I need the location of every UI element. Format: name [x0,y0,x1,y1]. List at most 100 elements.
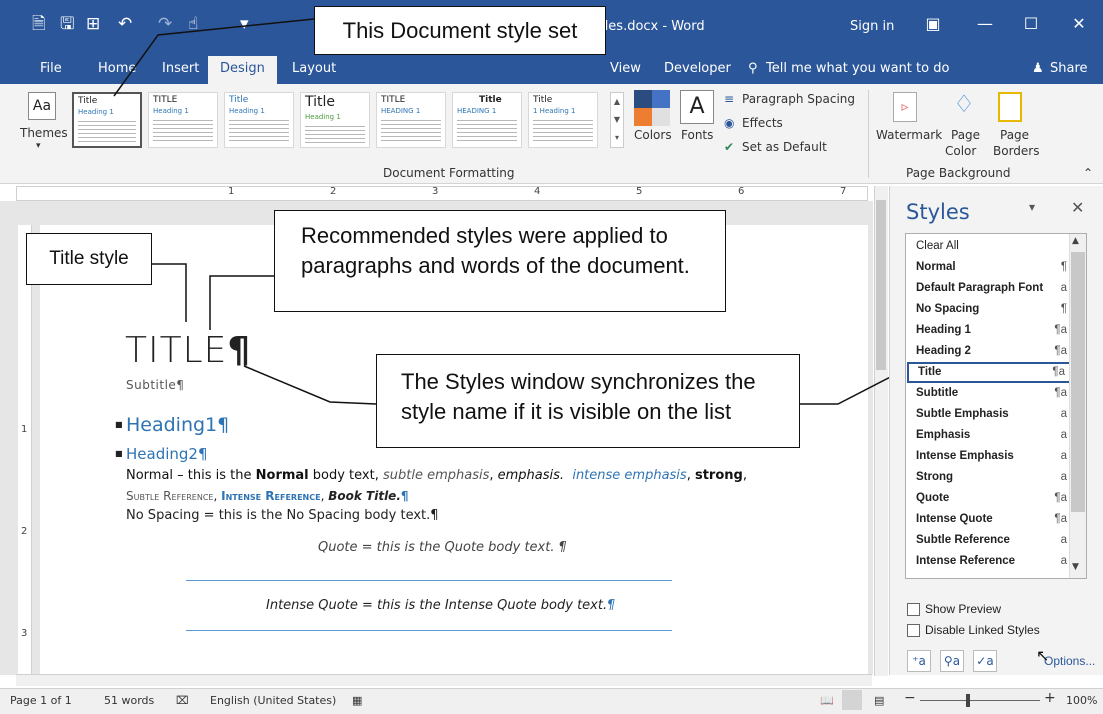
paragraph-spacing-button[interactable]: Paragraph Spacing [742,92,855,106]
style-set-item[interactable]: Title 1 Heading 1 [528,92,598,148]
style-item-subtitle[interactable]: Subtitle ¶a [907,383,1071,404]
tab-home[interactable]: Home [94,58,140,82]
read-mode-icon[interactable]: 📖 [820,694,834,707]
save-as-icon[interactable]: ⊞ [86,14,100,34]
style-item-intense-emphasis[interactable]: Intense Emphasis a [907,446,1071,467]
watermark-button[interactable]: Watermark [876,128,942,142]
share-button[interactable]: Share [1046,58,1092,82]
colors-button[interactable]: Colors [634,128,672,142]
style-item-title[interactable]: Title ¶a [907,362,1071,383]
close-icon[interactable]: ✕ [1071,198,1084,217]
quote-paragraph[interactable]: Quote = this is the Quote body text. ¶ [318,540,567,555]
zoom-slider[interactable] [920,700,1040,701]
style-set-item[interactable]: Title Heading 1 [224,92,294,148]
page-color-icon[interactable]: ♢ [950,90,978,120]
style-item-strong[interactable]: Strong a [907,467,1071,488]
scroll-down-icon[interactable]: ▼ [1072,562,1079,572]
themes-button[interactable]: Themes [20,126,68,140]
new-style-icon[interactable]: ⁺a [907,650,931,672]
page-borders-button[interactable]: Borders [993,144,1039,158]
no-spacing-paragraph[interactable]: No Spacing = this is the No Spacing body… [126,508,439,523]
collapse-ribbon-icon[interactable]: ⌃ [1083,166,1093,180]
proofing-icon[interactable]: ⌧ [176,694,189,707]
style-item-normal[interactable]: Normal ¶ [907,257,1071,278]
set-as-default-button[interactable]: Set as Default [742,140,827,154]
style-set-item[interactable]: Title Heading 1 [300,92,370,148]
fonts-button[interactable]: Fonts [681,128,713,142]
page-borders-icon[interactable] [998,92,1022,122]
redo-icon[interactable]: ↷ [158,14,172,34]
intense-quote-paragraph[interactable]: Intense Quote = this is the Intense Quot… [266,598,615,613]
share-icon[interactable]: ♟ [1028,58,1048,82]
reference-paragraph[interactable]: Subtle Reference, Intense Reference, Boo… [126,489,409,503]
chevron-down-icon[interactable]: ▾ [36,141,41,151]
style-item-heading-1[interactable]: Heading 1 ¶a [907,320,1071,341]
zoom-level[interactable]: 100% [1066,694,1097,707]
scroll-thumb[interactable] [876,200,886,370]
vertical-ruler[interactable] [18,225,32,675]
page-color-line1[interactable]: Page [951,128,980,142]
minimize-icon[interactable]: — [970,14,1000,33]
effects-button[interactable]: Effects [742,116,783,130]
touch-mode-icon[interactable]: ☝ [188,14,198,34]
tab-layout[interactable]: Layout [288,58,340,82]
macro-icon[interactable]: ▦ [352,694,362,707]
print-layout-icon[interactable] [842,690,862,710]
styles-list[interactable]: Clear All Normal ¶ Default Paragraph Font… [905,233,1087,579]
style-set-item[interactable]: TITLE HEADING 1 [376,92,446,148]
style-item-heading-2[interactable]: Heading 2 ¶a [907,341,1071,362]
page-color-button[interactable]: Color [945,144,976,158]
ribbon-options-icon[interactable]: ▣ [918,14,948,33]
themes-icon[interactable]: Aa [28,92,56,120]
style-item-emphasis[interactable]: Emphasis a [907,425,1071,446]
document-subtitle[interactable]: Subtitle¶ [126,378,184,392]
style-item-default-paragraph-font[interactable]: Default Paragraph Font a [907,278,1071,299]
style-set-item[interactable]: Title Heading 1 [72,92,142,148]
page-borders-line1[interactable]: Page [1000,128,1029,142]
horizontal-scrollbar[interactable] [16,674,872,686]
style-item-subtle-emphasis[interactable]: Subtle Emphasis a [907,404,1071,425]
document-title[interactable]: TITLE¶ [125,330,251,371]
disable-linked-styles-checkbox[interactable] [907,624,920,637]
new-document-icon[interactable]: 🗎 [32,14,46,34]
maximize-icon[interactable]: ☐ [1016,14,1046,33]
save-icon[interactable]: 🖫 [60,14,74,34]
style-item-no-spacing[interactable]: No Spacing ¶ [907,299,1071,320]
language-indicator[interactable]: English (United States) [210,694,336,707]
fonts-icon[interactable]: A [680,90,714,124]
scroll-thumb[interactable] [1071,252,1085,512]
watermark-icon[interactable]: ▹ [893,92,917,122]
tell-me-box[interactable]: Tell me what you want to do [762,58,953,82]
web-layout-icon[interactable]: ▤ [874,694,884,707]
style-item-clear-all[interactable]: Clear All [907,236,1071,257]
zoom-slider-thumb[interactable] [966,694,970,707]
style-set-item[interactable]: TITLE Heading 1 [148,92,218,148]
gallery-scroll[interactable]: ▲ ▼ ▾ [610,92,624,148]
tab-insert[interactable]: Insert [158,58,203,82]
zoom-in-button[interactable]: + [1044,690,1056,706]
tab-view[interactable]: View [606,58,645,82]
scroll-up-icon[interactable]: ▲ [1072,236,1079,246]
tab-design[interactable]: Design [208,56,277,84]
qat-dropdown-icon[interactable]: ▾ [240,14,249,34]
tab-file[interactable]: File [36,58,66,82]
zoom-out-button[interactable]: − [904,690,916,706]
colors-icon[interactable] [634,90,670,126]
undo-icon[interactable]: ↶ [118,14,132,34]
style-set-item[interactable]: Title HEADING 1 [452,92,522,148]
show-preview-checkbox[interactable] [907,603,920,616]
tab-developer[interactable]: Developer [660,58,735,82]
manage-styles-icon[interactable]: ✓a [973,650,997,672]
sign-in-link[interactable]: Sign in [850,19,894,34]
normal-paragraph[interactable]: Normal – this is the Normal body text, s… [126,468,747,483]
tell-me-icon[interactable]: ⚲ [744,58,762,82]
document-heading2[interactable]: Heading2¶ [126,445,208,463]
page-count[interactable]: Page 1 of 1 [10,694,72,707]
close-icon[interactable]: ✕ [1064,14,1094,33]
options-link[interactable]: Options... [1044,654,1095,668]
pane-options-icon[interactable]: ▾ [1029,200,1035,214]
style-item-quote[interactable]: Quote ¶a [907,488,1071,509]
style-item-intense-reference[interactable]: Intense Reference a [907,551,1071,572]
style-item-intense-quote[interactable]: Intense Quote ¶a [907,509,1071,530]
document-heading1[interactable]: Heading1¶ [126,414,229,436]
